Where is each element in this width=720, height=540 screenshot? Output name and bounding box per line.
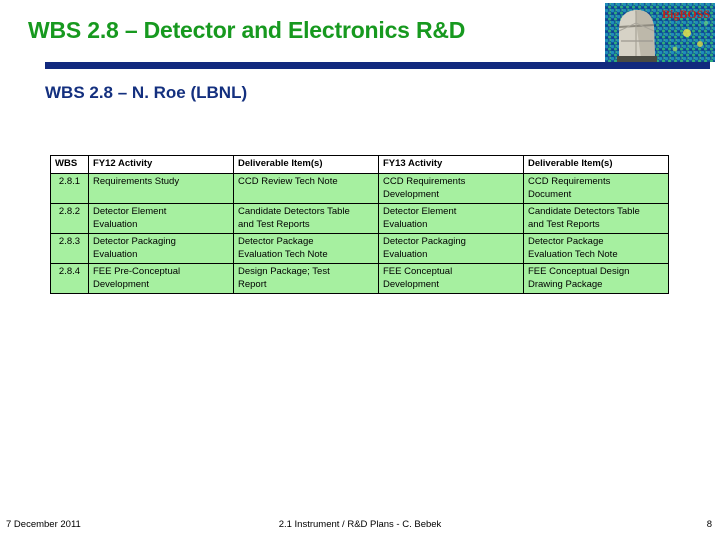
cell-line: FEE Pre-Conceptual (93, 266, 181, 278)
cell-fy13-activity: Detector Packaging Evaluation (378, 233, 524, 265)
table-header-row: WBS FY12 Activity Deliverable Item(s) FY… (50, 155, 669, 174)
table-row: 2.8.4 FEE Pre-Conceptual Development Des… (50, 263, 669, 295)
cell-line: Requirements Study (93, 176, 180, 187)
slide-subtitle: WBS 2.8 – N. Roe (LBNL) (45, 83, 248, 102)
cell-fy13-deliverable: FEE Conceptual Design Drawing Package (523, 263, 669, 295)
cell-line: Development (383, 278, 439, 290)
column-header-fy12-deliverable: Deliverable Item(s) (233, 155, 379, 174)
cell-fy12-activity: Requirements Study (88, 172, 234, 205)
cell-line: Detector Packaging (93, 236, 176, 248)
cell-line: FEE Conceptual (383, 266, 453, 278)
telescope-dome-icon (617, 9, 657, 62)
cell-fy13-deliverable: Detector Package Evaluation Tech Note (523, 233, 669, 265)
wbs-activity-table: WBS FY12 Activity Deliverable Item(s) FY… (50, 155, 669, 295)
cell-fy13-activity: Detector Element Evaluation (378, 203, 524, 235)
cell-wbs: 2.8.2 (50, 203, 89, 235)
footer-page-number: 8 (706, 519, 712, 530)
cell-line: Evaluation (93, 248, 138, 260)
cell-fy12-deliverable: Design Package; Test Report (233, 263, 379, 295)
cell-line: Candidate Detectors Table (528, 206, 640, 218)
cell-wbs: 2.8.3 (50, 233, 89, 265)
cell-fy12-deliverable: Detector Package Evaluation Tech Note (233, 233, 379, 265)
cell-fy13-deliverable: Candidate Detectors Table and Test Repor… (523, 203, 669, 235)
cell-fy12-deliverable: CCD Review Tech Note (233, 172, 379, 205)
cell-line: Drawing Package (528, 278, 603, 290)
cell-line: Evaluation (93, 218, 138, 230)
cell-line: Detector Package (238, 236, 314, 248)
cell-line: Detector Packaging (383, 236, 466, 248)
cell-line: Evaluation (383, 218, 428, 230)
cell-wbs: 2.8.1 (50, 172, 89, 205)
cell-line: CCD Requirements (528, 176, 611, 187)
title-divider-bar (45, 62, 710, 69)
cell-line: Detector Element (383, 206, 457, 218)
cell-wbs: 2.8.4 (50, 263, 89, 295)
cell-line: Document (528, 188, 572, 200)
cell-line: Evaluation Tech Note (528, 248, 618, 260)
cell-fy13-activity: FEE Conceptual Development (378, 263, 524, 295)
cell-line: and Test Reports (528, 218, 600, 230)
table-row: 2.8.3 Detector Packaging Evaluation Dete… (50, 233, 669, 265)
cell-line: Report (238, 278, 267, 290)
column-header-fy13-activity: FY13 Activity (378, 155, 524, 174)
cell-fy13-deliverable: CCD Requirements Document (523, 172, 669, 205)
table-row: 2.8.2 Detector Element Evaluation Candid… (50, 203, 669, 235)
cell-line: CCD Review Tech Note (238, 176, 338, 187)
cell-fy12-activity: FEE Pre-Conceptual Development (88, 263, 234, 295)
cell-line: Evaluation Tech Note (238, 248, 328, 260)
page-title: WBS 2.8 – Detector and Electronics R&D (28, 17, 466, 43)
cell-line: Development (93, 278, 149, 290)
cell-line: Development (383, 188, 439, 200)
cell-line: Evaluation (383, 248, 428, 260)
footer-title: 2.1 Instrument / R&D Plans - C. Bebek (278, 519, 442, 530)
column-header-wbs: WBS (50, 155, 89, 174)
column-header-fy12-activity: FY12 Activity (88, 155, 234, 174)
cell-fy12-activity: Detector Packaging Evaluation (88, 233, 234, 265)
bigboss-logo-text: BigBOSS (662, 7, 710, 21)
cell-fy12-activity: Detector Element Evaluation (88, 203, 234, 235)
cell-line: Detector Package (528, 236, 604, 248)
column-header-fy13-deliverable: Deliverable Item(s) (523, 155, 669, 174)
bigboss-logo-image: BigBOSS (605, 3, 715, 62)
cell-line: FEE Conceptual Design (528, 266, 630, 278)
cell-fy13-activity: CCD Requirements Development (378, 172, 524, 205)
cell-line: Candidate Detectors Table (238, 206, 350, 218)
cell-line: CCD Requirements (383, 176, 466, 187)
table-row: 2.8.1 Requirements Study CCD Review Tech… (50, 172, 669, 205)
bigboss-logo: BigBOSS (605, 3, 715, 62)
cell-line: Detector Element (93, 206, 167, 218)
cell-line: and Test Reports (238, 218, 310, 230)
cell-fy12-deliverable: Candidate Detectors Table and Test Repor… (233, 203, 379, 235)
cell-line: Design Package; Test (238, 266, 330, 278)
